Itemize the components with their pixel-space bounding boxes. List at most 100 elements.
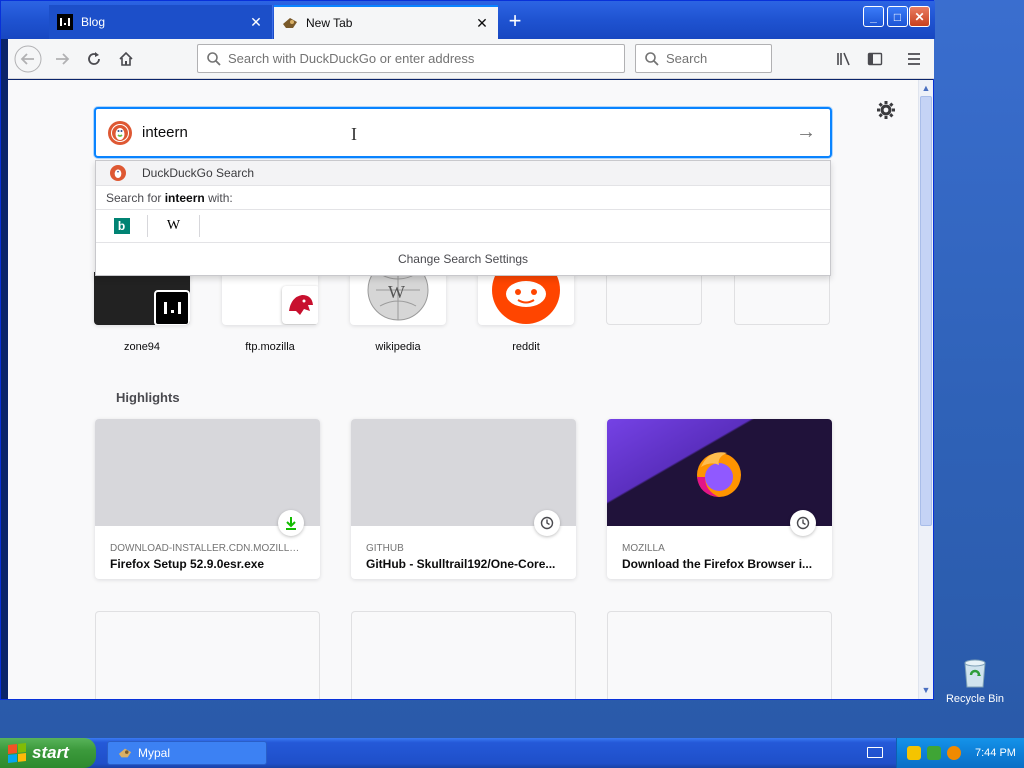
gear-icon[interactable] [876,100,896,120]
forward-button[interactable] [48,45,76,73]
highlight-title: Firefox Setup 52.9.0esr.exe [110,557,265,571]
duckduckgo-logo-icon [108,120,132,145]
search-icon [207,51,221,66]
search-tray-icon[interactable] [947,746,961,760]
close-window-button[interactable]: ✕ [909,6,930,27]
svg-text:W: W [388,282,405,302]
engine-bing-button[interactable]: b [96,215,148,237]
new-tab-button[interactable]: + [501,7,529,35]
tab-blog[interactable]: Blog ✕ [49,5,273,39]
site-label: reddit [512,341,540,353]
suggestion-label: DuckDuckGo Search [142,166,255,180]
top-site-reddit[interactable]: reddit [478,272,574,353]
search-for-prefix: Search for [106,190,162,205]
search-for-term: inteern [164,190,205,205]
menu-button[interactable] [900,45,928,73]
search-input[interactable] [666,51,771,66]
newtab-search-input[interactable] [142,124,788,141]
site-placeholder [734,272,830,325]
download-icon [278,510,304,536]
minimize-button[interactable]: _ [863,6,884,27]
navigation-toolbar [8,39,934,79]
library-button[interactable] [830,45,858,73]
home-button[interactable] [112,45,140,73]
search-bar[interactable] [635,44,772,73]
site-thumbnail [478,272,574,325]
maximize-button[interactable]: □ [887,6,908,27]
search-for-row: Search for inteern with: [96,185,830,210]
scroll-up-arrow-icon[interactable]: ▲ [919,81,933,95]
keyboard-icon[interactable] [867,747,883,758]
zone94-logo-icon [154,290,190,325]
mozilla-dino-icon [282,286,318,324]
newtab-search-box[interactable]: I → [94,107,832,158]
highlight-card[interactable]: GITHUB GitHub - Skulltrail192/One-Core..… [351,419,576,579]
wikipedia-icon: W [166,218,181,233]
site-label: ftp.mozilla [245,341,295,353]
close-tab-icon[interactable]: ✕ [248,14,264,30]
sidebar-button[interactable] [861,45,889,73]
reload-button[interactable] [80,45,108,73]
scrollbar-thumb[interactable] [920,96,932,526]
firefox-logo-icon [697,452,741,497]
clock-icon [790,510,816,536]
one-off-engines: b W [96,210,830,243]
top-site-zone94[interactable]: zone94 [94,272,190,353]
highlight-card[interactable]: MOZILLA Download the Firefox Browser i..… [607,419,832,579]
library-icon [837,52,850,66]
recycle-bin-icon [960,655,990,689]
engine-wikipedia-button[interactable]: W [148,215,200,237]
top-site-ftp-mozilla[interactable]: ftp.mozilla [222,272,318,353]
forward-arrow-icon [56,53,70,65]
address-input[interactable] [228,51,624,66]
search-for-suffix: with: [208,190,233,205]
scroll-down-arrow-icon[interactable]: ▼ [919,683,933,697]
top-site-empty[interactable] [606,272,702,325]
highlight-card[interactable]: DOWNLOAD-INSTALLER.CDN.MOZILLA ... Firef… [95,419,320,579]
clock[interactable]: 7:44 PM [975,747,1016,759]
hamburger-menu-icon [908,53,920,65]
search-submit-arrow-icon[interactable]: → [788,115,824,151]
suggestion-duckduckgo[interactable]: DuckDuckGo Search [96,161,830,185]
change-search-settings-button[interactable]: Change Search Settings [96,243,830,275]
tab-title: Blog [81,15,106,29]
blog-favicon-icon [57,14,73,30]
search-icon [645,51,659,66]
recycle-bin-shortcut[interactable]: Recycle Bin [940,655,1010,705]
search-suggestions-dropdown: DuckDuckGo Search Search for inteern wit… [95,160,831,276]
taskbar-item-mypal[interactable]: Mypal [107,741,267,765]
windows-logo-icon [8,743,26,763]
duckduckgo-logo-icon [110,165,126,181]
highlight-placeholder [95,611,320,699]
site-placeholder [606,272,702,325]
highlight-title: Download the Firefox Browser i... [622,557,813,571]
site-thumbnail [222,272,318,325]
mypal-app-icon [118,748,132,758]
highlights-heading: Highlights [116,390,180,405]
top-site-empty[interactable] [734,272,830,325]
close-tab-icon[interactable]: ✕ [474,15,490,31]
tab-title: New Tab [306,16,353,30]
new-tab-page: I → DuckDuckGo Search Search for inteern… [8,80,918,699]
reload-icon [88,52,100,65]
address-bar[interactable] [197,44,625,73]
site-thumbnail: W [350,272,446,325]
tab-new-tab[interactable]: New Tab ✕ [274,5,498,39]
back-button[interactable] [14,45,42,73]
security-shield-icon[interactable] [907,746,921,760]
taskbar: start Mypal 7:44 PM [0,738,1024,768]
browser-window: Blog ✕ New Tab ✕ + _ □ ✕ Search with Duc… [0,0,935,700]
tab-strip: Blog ✕ New Tab ✕ + _ □ ✕ [1,1,935,39]
highlight-title: GitHub - Skulltrail192/One-Core... [366,557,556,571]
start-button[interactable]: start [0,738,96,768]
site-label: wikipedia [375,341,421,353]
text-cursor-icon: I [351,124,357,144]
top-site-wikipedia[interactable]: W wikipedia [350,272,446,353]
vertical-scrollbar[interactable]: ▲ ▼ [918,80,933,699]
highlight-thumbnail [607,419,832,536]
top-sites: zone94 ftp.mozilla W wikipedia reddit [94,272,834,353]
network-icon[interactable] [927,746,941,760]
system-tray: 7:44 PM [896,738,1024,768]
bing-icon: b [113,218,130,234]
site-thumbnail [94,272,190,325]
